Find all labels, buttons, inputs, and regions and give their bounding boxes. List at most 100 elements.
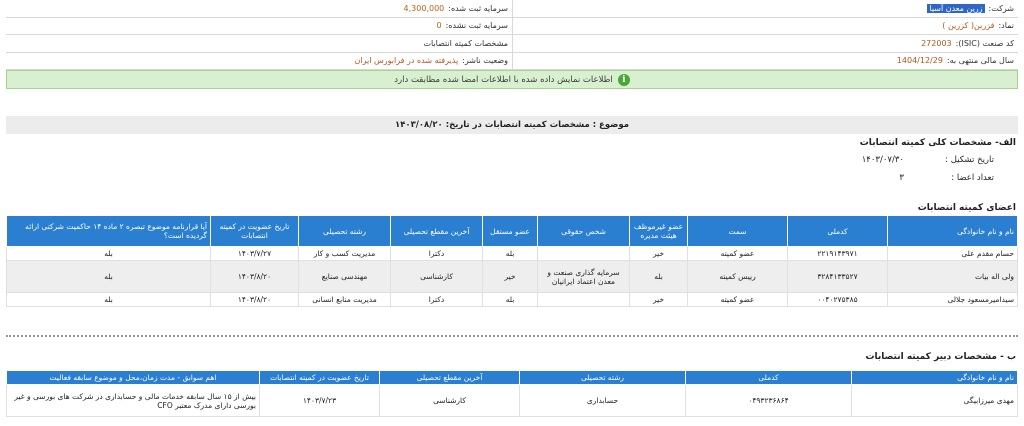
cell: ۱۴۰۳/۷/۲۷ (210, 246, 299, 261)
cell: ۱۴۰۳/۷/۲۳ (259, 384, 380, 417)
col-header: اهم سوابق - مدت زمان،محل و موضوع سابقه ف… (6, 370, 260, 385)
table-row: سیدامیرمسعود جلالی ۰۰۴۰۲۷۵۳۸۵ عضو کمیته … (6, 292, 1018, 307)
reg-capital-value: 4,300,000 (403, 3, 445, 13)
cell: بله (6, 260, 211, 293)
cell: ۱۴۰۳/۸/۲۰ (210, 260, 299, 293)
secretary-table: نام و نام خانوادگی کدملی رشته تحصیلی آخر… (6, 370, 1018, 417)
cell: بله (482, 292, 538, 307)
cell: مدیریت کسب و کار (298, 246, 391, 261)
col-header: کدملی (685, 370, 852, 385)
cell: خیر (629, 246, 688, 261)
col-header: سمت (687, 215, 788, 247)
spec-cell: مشخصات کمیته انتصابات (6, 35, 512, 52)
table-row: ولی اله بیات ۳۲۸۴۱۳۳۵۲۷ رییس کمیته بله س… (6, 260, 1018, 293)
secretary-header-row: نام و نام خانوادگی کدملی رشته تحصیلی آخر… (6, 370, 1018, 385)
col-header: شخص حقوقی (537, 215, 630, 247)
cell: دکترا (390, 246, 483, 261)
spec-label: مشخصات کمیته انتصابات (423, 38, 508, 48)
symbol-value[interactable]: فزرین( کزرین ) (942, 21, 994, 30)
fiscal-value: 1404/12/29 (896, 56, 943, 66)
cell (537, 246, 630, 261)
col-header: تاریخ عضویت در کمیته انتصابات (210, 215, 299, 247)
col-header: عضو غیرموظف هیئت مدیره (629, 215, 688, 247)
symbol-cell: نماد: فزرین( کزرین ) (512, 17, 1018, 34)
cell: ولی اله بیات (887, 260, 1018, 293)
cell: ۲۲۱۹۱۴۳۹۷۱ (787, 246, 888, 261)
cell: سرمایه گذاری صنعت و معدن اعتماد ایرانیان (537, 260, 630, 293)
members-count-label: تعداد اعضا : (951, 173, 994, 183)
formation-label: تاریخ تشکیل : (945, 155, 994, 165)
symbol-label: نماد: (998, 21, 1014, 31)
info-row: شرکت: زرین معدن آسیا سرمایه ثبت شده: 4,3… (6, 0, 1018, 18)
col-header: نام و نام خانوادگی (851, 370, 1018, 385)
reg-capital-cell: سرمایه ثبت شده: 4,300,000 (6, 0, 512, 17)
verification-notice: i اطلاعات نمایش داده شده با اطلاعات امضا… (6, 70, 1018, 89)
cell: بله (482, 246, 538, 261)
company-cell: شرکت: زرین معدن آسیا (512, 0, 1018, 17)
col-header: رشته تحصیلی (298, 215, 391, 247)
cell: ۰۴۹۳۲۳۶۸۶۴ (685, 384, 852, 417)
cell: بله (629, 260, 688, 293)
info-row: نماد: فزرین( کزرین ) سرمایه ثبت نشده: 0 (6, 17, 1018, 35)
isic-value: 272003 (921, 38, 952, 48)
fiscal-cell: سال مالی منتهی به: 1404/12/29 (512, 52, 1018, 69)
subject-text: موضوع : مشخصات کمیته انتصابات در تاریخ: … (395, 120, 629, 130)
members-table: نام و نام خانوادگی کدملی سمت عضو غیرموظف… (6, 215, 1018, 307)
notice-text: اطلاعات نمایش داده شده با اطلاعات امضا ش… (394, 74, 613, 85)
cell: بله (6, 292, 211, 307)
cell: سیدامیرمسعود جلالی (887, 292, 1018, 307)
cell: مدیریت منابع انسانی (298, 292, 391, 307)
cell: خیر (482, 260, 538, 293)
cell: ۱۴۰۳/۸/۲۰ (210, 292, 299, 307)
section-divider (6, 335, 1018, 337)
cell: کارشناسی (390, 260, 483, 293)
cell: مهندسی صنایع (298, 260, 391, 293)
col-header: آخرین مقطع تحصیلی (379, 370, 520, 385)
status-value: پذیرفته شده در فرابورس ایران (354, 56, 459, 66)
table-row: حسام مقدم علی ۲۲۱۹۱۴۳۹۷۱ عضو کمیته خیر ب… (6, 246, 1018, 261)
cell: مهدی میرزابیگی (851, 384, 1018, 417)
info-row: کد صنعت (ISIC): 272003 مشخصات کمیته انتص… (6, 35, 1018, 53)
col-header: تاریخ عضویت در کمیته انتصابات (259, 370, 380, 385)
status-cell: وضعیت ناشر: پذیرفته شده در فرابورس ایران (6, 53, 512, 70)
cell: عضو کمیته (687, 246, 788, 261)
company-value[interactable]: زرین معدن آسیا (927, 3, 985, 13)
section-a-title: الف- مشخصات کلی کمیته انتصابات (859, 138, 1016, 148)
cell: کارشناسی (379, 384, 520, 417)
formation-date-row: تاریخ تشکیل : ۱۴۰۳/۰۷/۳۰ (862, 155, 994, 165)
cell (537, 292, 630, 307)
reg-capital-label: سرمایه ثبت شده: (448, 3, 508, 13)
col-header: آیا قرارنامه موضوع تبصره ۲ ماده ۱۴ حاکمی… (6, 215, 211, 247)
fiscal-label: سال مالی منتهی به: (946, 56, 1014, 66)
subject-bar: موضوع : مشخصات کمیته انتصابات در تاریخ: … (6, 116, 1018, 134)
members-count-value: ۳ (899, 173, 904, 183)
members-header-row: نام و نام خانوادگی کدملی سمت عضو غیرموظف… (6, 215, 1018, 247)
cell: رییس کمیته (687, 260, 788, 293)
company-info-panel: شرکت: زرین معدن آسیا سرمایه ثبت شده: 4,3… (6, 0, 1018, 70)
cell: خیر (629, 292, 688, 307)
cell: ۰۰۴۰۲۷۵۳۸۵ (787, 292, 888, 307)
section-b-title: ب - مشخصات دبیر کمیته انتصابات (865, 352, 1017, 362)
cell: بله (6, 246, 211, 261)
members-count-row: تعداد اعضا : ۳ (899, 173, 994, 183)
info-row: سال مالی منتهی به: 1404/12/29 وضعیت ناشر… (6, 52, 1018, 70)
isic-cell: کد صنعت (ISIC): 272003 (512, 35, 1018, 52)
isic-label: کد صنعت (ISIC): (955, 38, 1014, 48)
cell: عضو کمیته (687, 292, 788, 307)
cell: حسام مقدم علی (887, 246, 1018, 261)
col-header: آخرین مقطع تحصیلی (390, 215, 483, 247)
col-header: نام و نام خانوادگی (887, 215, 1018, 247)
info-icon: i (617, 73, 630, 86)
unreg-capital-cell: سرمایه ثبت نشده: 0 (6, 18, 512, 35)
cell: دکترا (390, 292, 483, 307)
col-header: کدملی (787, 215, 888, 247)
members-title: اعضای کمیته انتصابات (917, 203, 1016, 213)
cell: ۳۲۸۴۱۳۳۵۲۷ (787, 260, 888, 293)
company-label: شرکت: (988, 3, 1014, 13)
cell: حسابداری (519, 384, 686, 417)
table-row: مهدی میرزابیگی ۰۴۹۳۲۳۶۸۶۴ حسابداری کارشن… (6, 384, 1018, 417)
unreg-capital-value: 0 (436, 21, 442, 31)
unreg-capital-label: سرمایه ثبت نشده: (445, 21, 508, 31)
col-header: عضو مستقل (482, 215, 538, 247)
status-label: وضعیت ناشر: (462, 56, 508, 66)
